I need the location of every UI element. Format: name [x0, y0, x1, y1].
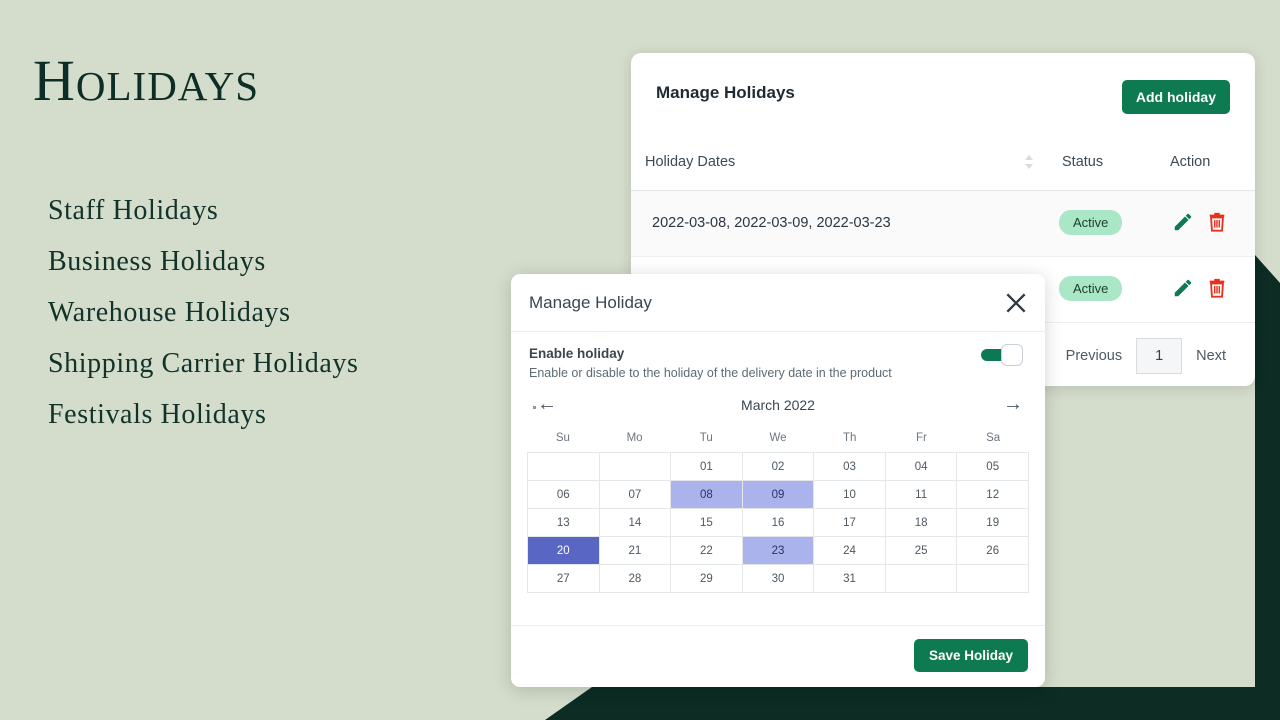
list-item: Business Holidays [48, 245, 266, 277]
calendar-day-10[interactable]: 10 [814, 481, 886, 509]
calendar-day-22[interactable]: 22 [671, 537, 743, 565]
calendar-weekday-header: Su Mo Tu We Th Fr Sa [527, 428, 1029, 448]
list-item: Staff Holidays [48, 195, 219, 226]
card-title: Manage Holidays [656, 83, 795, 102]
modal-title: Manage Holiday [529, 293, 652, 312]
calendar-day-21[interactable]: 21 [599, 537, 672, 565]
calendar-cell-empty [957, 565, 1029, 593]
calendar: ← March 2022 → Su Mo Tu We Th Fr Sa 01 02… [511, 388, 1045, 593]
calendar-day-15[interactable]: 15 [671, 509, 743, 537]
calendar-nav: ← March 2022 → [527, 388, 1029, 428]
calendar-day-26[interactable]: 26 [957, 537, 1029, 565]
page-title: Holidays [33, 48, 260, 113]
holiday-dates-value: 2022-03-08, 2022-03-09, 2022-03-23 [652, 215, 891, 231]
table-header-row: Holiday Dates Status Action [631, 136, 1255, 191]
save-holiday-button[interactable]: Save Holiday [913, 639, 1028, 672]
status-badge: Active [1059, 210, 1123, 235]
calendar-day-17[interactable]: 17 [814, 509, 886, 537]
column-header-status: Status [1062, 154, 1104, 170]
calendar-day-18[interactable]: 18 [885, 509, 958, 537]
manage-holiday-modal: Manage Holiday Enable holiday Enable or … [511, 274, 1045, 687]
calendar-day-28[interactable]: 28 [599, 565, 672, 593]
calendar-day-09[interactable]: 09 [742, 481, 815, 509]
calendar-day-27[interactable]: 27 [528, 565, 600, 593]
pagination-previous-button[interactable]: Previous [1052, 339, 1136, 373]
enable-holiday-description: Enable or disable to the holiday of the … [529, 366, 892, 380]
column-header-action: Action [1170, 154, 1211, 170]
weekday-we: We [769, 432, 787, 444]
calendar-day-03[interactable]: 03 [814, 453, 886, 481]
weekday-sa: Sa [986, 432, 1001, 444]
weekday-th: Th [842, 432, 857, 444]
calendar-cell-empty [528, 453, 600, 481]
enable-holiday-block: Enable holiday Enable or disable to the … [511, 332, 1045, 388]
close-icon[interactable] [1003, 290, 1029, 316]
calendar-day-08[interactable]: 08 [671, 481, 743, 509]
calendar-cell-empty [885, 565, 958, 593]
calendar-cell-empty [599, 453, 672, 481]
add-holiday-button[interactable]: Add holiday [1121, 80, 1230, 114]
calendar-day-24[interactable]: 24 [814, 537, 886, 565]
column-header-holiday-dates[interactable]: Holiday Dates [645, 154, 735, 170]
pagination: Previous 1 Next [1052, 338, 1240, 374]
feature-list: Staff Holidays Business Holidays Warehou… [48, 186, 359, 441]
list-item: Warehouse Holidays [48, 296, 291, 328]
calendar-day-05[interactable]: 05 [957, 453, 1029, 481]
toggle-knob [1001, 344, 1023, 366]
list-item: Festivals Holidays [48, 398, 267, 430]
calendar-day-23[interactable]: 23 [742, 537, 815, 565]
enable-holiday-toggle[interactable] [981, 344, 1023, 366]
calendar-day-07[interactable]: 07 [599, 481, 672, 509]
pagination-page-1[interactable]: 1 [1136, 338, 1183, 374]
pencil-icon[interactable] [1172, 211, 1194, 233]
calendar-grid: 01 02 03 04 05 06 07 08 09 10 11 12 13 14 15 16 17 18 19 20… [527, 452, 1029, 593]
calendar-day-16[interactable]: 16 [742, 509, 815, 537]
sort-arrows-icon[interactable] [1023, 154, 1035, 170]
calendar-day-12[interactable]: 12 [957, 481, 1029, 509]
calendar-day-02[interactable]: 02 [742, 453, 815, 481]
calendar-day-31[interactable]: 31 [814, 565, 886, 593]
status-badge: Active [1059, 276, 1123, 301]
calendar-day-04[interactable]: 04 [885, 453, 958, 481]
arrow-right-icon[interactable]: → [1003, 394, 1023, 414]
calendar-day-11[interactable]: 11 [885, 481, 958, 509]
calendar-day-13[interactable]: 13 [528, 509, 600, 537]
calendar-day-25[interactable]: 25 [885, 537, 958, 565]
weekday-tu: Tu [699, 432, 713, 444]
calendar-day-14[interactable]: 14 [599, 509, 672, 537]
weekday-su: Su [555, 432, 570, 444]
calendar-day-19[interactable]: 19 [957, 509, 1029, 537]
calendar-day-06[interactable]: 06 [528, 481, 600, 509]
modal-header: Manage Holiday [511, 274, 1045, 332]
modal-footer: Save Holiday [511, 625, 1045, 687]
pagination-next-button[interactable]: Next [1182, 339, 1240, 373]
trash-icon[interactable] [1206, 277, 1228, 299]
calendar-day-20[interactable]: 20 [528, 537, 600, 565]
calendar-day-01[interactable]: 01 [671, 453, 743, 481]
calendar-day-30[interactable]: 30 [742, 565, 815, 593]
left-panel: Holidays Staff Holidays Business Holiday… [0, 0, 600, 720]
table-row: 2022-03-08, 2022-03-09, 2022-03-23 Activ… [631, 191, 1255, 257]
weekday-fr: Fr [915, 432, 927, 444]
calendar-day-29[interactable]: 29 [671, 565, 743, 593]
weekday-mo: Mo [626, 432, 643, 444]
calendar-month-label: March 2022 [741, 397, 815, 413]
pencil-icon[interactable] [1172, 277, 1194, 299]
trash-icon[interactable] [1206, 211, 1228, 233]
enable-holiday-label: Enable holiday [529, 346, 625, 361]
card-header: Manage Holidays Add holiday [631, 53, 1255, 136]
list-item: Shipping Carrier Holidays [48, 347, 359, 379]
